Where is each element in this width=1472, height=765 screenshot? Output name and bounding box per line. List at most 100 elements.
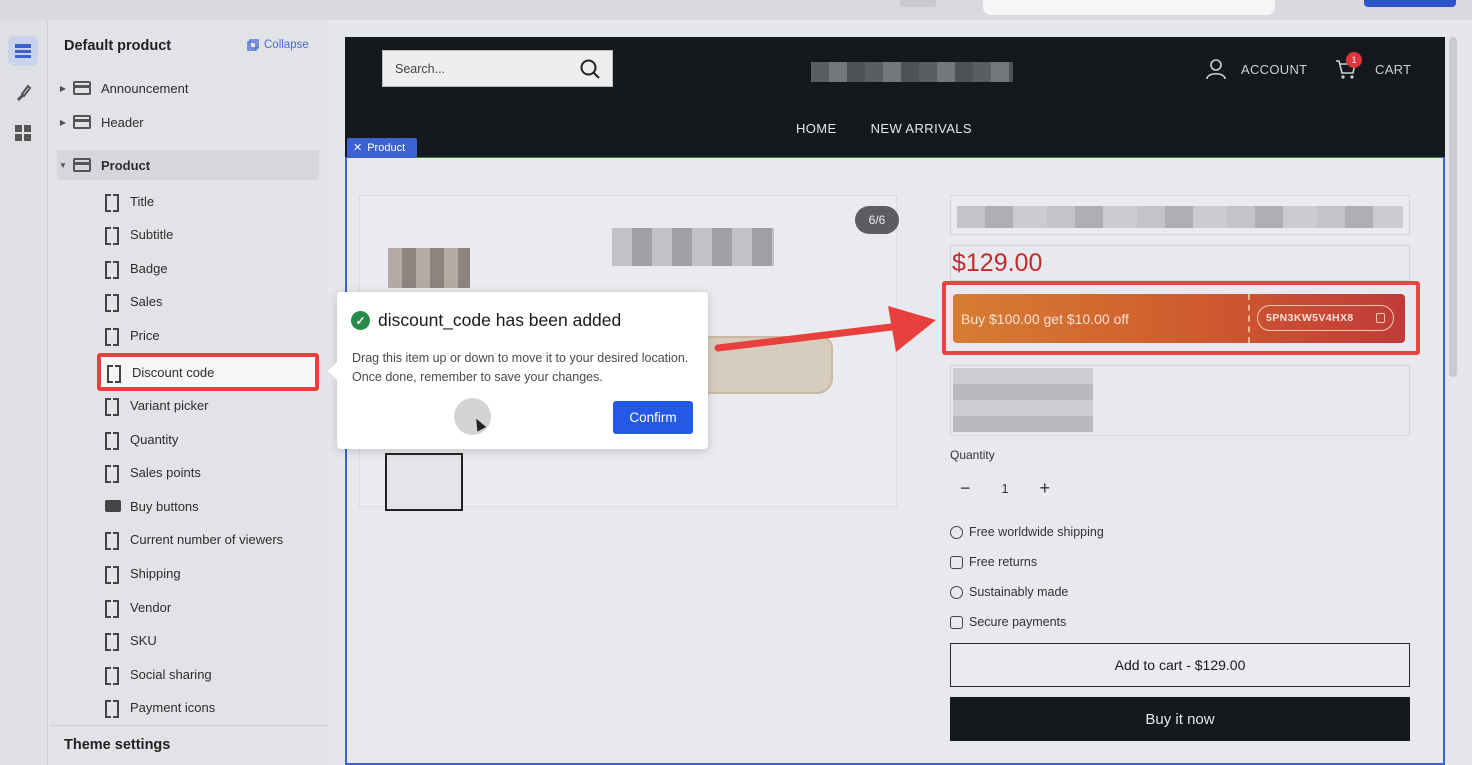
- minus-icon[interactable]: −: [960, 478, 971, 499]
- perk-returns: Free returns: [950, 555, 1037, 569]
- section-icon: [73, 115, 91, 129]
- block-variant-picker[interactable]: Variant picker: [105, 390, 317, 420]
- store-search-input[interactable]: Search...: [382, 50, 613, 87]
- tree-group-header[interactable]: ▶ Header: [57, 107, 144, 137]
- perk-label: Sustainably made: [969, 585, 1069, 599]
- block-label: Title: [130, 193, 155, 209]
- block-icon: [105, 398, 119, 416]
- copy-code-icon[interactable]: [1376, 313, 1385, 323]
- block-label: Shipping: [130, 565, 181, 581]
- chevron-right-icon[interactable]: ▶: [57, 118, 69, 127]
- dialog-body: Drag this item up or down to move it to …: [352, 351, 689, 384]
- store-logo[interactable]: [811, 62, 1013, 82]
- confirm-button[interactable]: Confirm: [613, 401, 693, 434]
- theme-settings-rail-button[interactable]: [8, 78, 38, 108]
- block-title[interactable]: Title: [105, 186, 317, 216]
- tree-group-label: Product: [101, 157, 151, 173]
- block-icon: [105, 532, 119, 550]
- sidebar-title: Default product: [64, 38, 172, 54]
- cart-count-badge: 1: [1346, 52, 1362, 68]
- tree-group-announcement[interactable]: ▶ Announcement: [57, 73, 189, 103]
- block-icon: [105, 700, 119, 718]
- block-label: Quantity: [130, 431, 179, 447]
- tree-group-product[interactable]: ▼ Product: [57, 150, 319, 180]
- plus-icon[interactable]: +: [1039, 478, 1050, 499]
- sections-rail-button[interactable]: [8, 36, 38, 66]
- block-vendor[interactable]: Vendor: [105, 592, 317, 622]
- buy-now-button[interactable]: Buy it now: [950, 697, 1410, 741]
- perk-secure: Secure payments: [950, 615, 1066, 629]
- search-icon[interactable]: [580, 59, 600, 79]
- block-label: Current number of viewers: [130, 531, 284, 547]
- block-label: Vendor: [130, 599, 172, 615]
- block-discount-code[interactable]: Discount code: [97, 353, 319, 391]
- preview-scrollbar[interactable]: [1449, 37, 1457, 377]
- product-section: 6/6 $129.00 Buy $100.00 get $10.00 off 5…: [345, 157, 1445, 765]
- block-label: Badge: [130, 260, 168, 276]
- block-current-viewers[interactable]: Current number of viewers: [105, 524, 317, 554]
- perk-sustainable: Sustainably made: [950, 585, 1068, 599]
- leaf-icon: [950, 585, 963, 599]
- check-icon: ✓: [351, 311, 370, 330]
- perk-label: Free returns: [969, 555, 1038, 569]
- nav-new-arrivals[interactable]: NEW ARRIVALS: [871, 121, 972, 136]
- block-label: Payment icons: [130, 699, 216, 715]
- block-icon: [107, 365, 121, 383]
- quantity-stepper[interactable]: − 1 +: [950, 469, 1060, 507]
- discount-text: Buy $100.00 get $10.00 off: [961, 310, 1129, 327]
- discount-separator: [1248, 294, 1250, 343]
- block-label: Discount code: [132, 364, 215, 380]
- quantity-value[interactable]: 1: [1001, 481, 1008, 496]
- truck-icon: [950, 555, 963, 569]
- block-shipping[interactable]: Shipping: [105, 558, 317, 588]
- block-sku[interactable]: SKU: [105, 625, 317, 655]
- block-sales-points[interactable]: Sales points: [105, 457, 317, 487]
- discount-code-chip[interactable]: 5PN3KW5V4HX8: [1257, 305, 1394, 331]
- save-button[interactable]: [1364, 0, 1456, 7]
- block-icon: [105, 667, 119, 685]
- gallery-thumbnail[interactable]: [385, 453, 463, 511]
- buy-buttons-icon: [105, 500, 121, 512]
- lock-icon: [950, 615, 963, 629]
- account-label: ACCOUNT: [1241, 61, 1308, 77]
- theme-settings-link[interactable]: Theme settings: [64, 737, 170, 753]
- product-section-tag[interactable]: ✕ Product: [347, 138, 417, 157]
- block-price[interactable]: Price: [105, 320, 317, 350]
- apps-rail-button[interactable]: [8, 118, 38, 148]
- tree-group-label: Header: [101, 114, 144, 130]
- block-icon: [105, 261, 119, 279]
- block-payment-icons[interactable]: Payment icons: [105, 692, 317, 722]
- account-link[interactable]: ACCOUNT: [1205, 58, 1307, 80]
- block-icon: [105, 633, 119, 651]
- chevron-down-icon[interactable]: ▼: [57, 161, 69, 170]
- nav-home[interactable]: HOME: [796, 121, 837, 136]
- close-icon[interactable]: ✕: [353, 141, 362, 154]
- perk-label: Free worldwide shipping: [969, 525, 1104, 539]
- product-title-blur: [957, 206, 1403, 228]
- product-price: $129.00: [950, 245, 1410, 281]
- variant-picker[interactable]: [950, 365, 1410, 436]
- discount-code-block[interactable]: Buy $100.00 get $10.00 off 5PN3KW5V4HX8: [953, 294, 1405, 343]
- block-quantity[interactable]: Quantity: [105, 424, 317, 454]
- block-subtitle[interactable]: Subtitle: [105, 219, 317, 249]
- quantity-label: Quantity: [950, 448, 995, 462]
- cart-label: CART: [1375, 61, 1412, 77]
- user-icon: [1206, 59, 1226, 80]
- block-badge[interactable]: Badge: [105, 253, 317, 283]
- top-grey-button[interactable]: [900, 0, 936, 7]
- icon-rail: [0, 20, 48, 765]
- product-title: [950, 195, 1410, 235]
- product-section-tag-label: Product: [367, 141, 406, 154]
- block-icon: [105, 600, 119, 618]
- copy-icon: [247, 39, 259, 51]
- chevron-right-icon[interactable]: ▶: [57, 84, 69, 93]
- store-header: Search... ACCOUNT CART 1 HOME NEW ARRIVA…: [345, 37, 1445, 157]
- block-sales[interactable]: Sales: [105, 286, 317, 316]
- block-social-sharing[interactable]: Social sharing: [105, 659, 317, 689]
- block-icon: [105, 294, 119, 312]
- block-label: Social sharing: [130, 666, 212, 682]
- collapse-button[interactable]: Collapse: [247, 39, 309, 51]
- block-icon: [105, 194, 119, 212]
- add-to-cart-button[interactable]: Add to cart - $129.00: [950, 643, 1410, 687]
- block-buy-buttons[interactable]: Buy buttons: [105, 491, 317, 521]
